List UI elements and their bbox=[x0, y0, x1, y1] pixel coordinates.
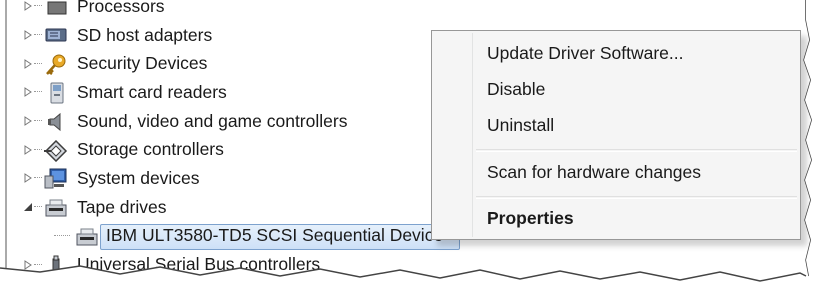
tree-connector bbox=[34, 120, 42, 122]
tree-connector bbox=[34, 263, 42, 266]
menu-item-scan-for-hardware-changes[interactable]: Scan for hardware changes bbox=[487, 162, 701, 183]
tree-item-label: SD host adapters bbox=[77, 24, 213, 45]
context-menu: Update Driver Software... Disable Uninst… bbox=[431, 30, 801, 240]
tree-connector bbox=[54, 234, 70, 237]
sd-adapter-icon bbox=[44, 25, 68, 45]
tape-drive-icon bbox=[75, 226, 99, 246]
expand-arrow-icon[interactable] bbox=[22, 86, 34, 98]
menu-item-uninstall[interactable]: Uninstall bbox=[487, 115, 554, 136]
menu-item-properties[interactable]: Properties bbox=[487, 208, 574, 229]
storage-controller-icon bbox=[44, 139, 68, 162]
collapse-arrow-icon[interactable] bbox=[22, 201, 34, 213]
key-icon bbox=[44, 54, 68, 75]
tree-item-label: Tape drives bbox=[77, 196, 167, 217]
menu-separator bbox=[476, 196, 797, 199]
expand-arrow-icon[interactable] bbox=[22, 115, 34, 127]
tree-item-sound-video-game-controllers[interactable]: Sound, video and game controllers bbox=[0, 107, 470, 136]
expand-arrow-icon[interactable] bbox=[22, 259, 34, 271]
computer-icon bbox=[44, 168, 68, 189]
tree-item-ibm-ult3580-td5[interactable]: IBM ULT3580-TD5 SCSI Sequential Device bbox=[0, 222, 470, 251]
tape-drive-icon bbox=[44, 197, 68, 217]
tree-item-label: Smart card readers bbox=[77, 81, 227, 102]
expand-arrow-icon[interactable] bbox=[22, 29, 34, 41]
menu-separator bbox=[476, 149, 797, 152]
tree-connector bbox=[34, 91, 42, 93]
menu-item-update-driver-software[interactable]: Update Driver Software... bbox=[487, 43, 683, 64]
device-tree: Processors SD host adapters Security Dev… bbox=[0, 0, 470, 279]
tree-connector bbox=[34, 148, 42, 151]
tree-item-processors[interactable]: Processors bbox=[0, 0, 470, 21]
device-manager-screenshot: Processors SD host adapters Security Dev… bbox=[0, 0, 816, 285]
tree-item-label: Security Devices bbox=[77, 53, 208, 74]
tree-item-system-devices[interactable]: System devices bbox=[0, 164, 470, 193]
tree-item-label: IBM ULT3580-TD5 SCSI Sequential Device bbox=[106, 225, 444, 246]
tree-item-storage-controllers[interactable]: Storage controllers bbox=[0, 135, 470, 164]
tree-item-usb-controllers[interactable]: Universal Serial Bus controllers bbox=[0, 250, 470, 279]
tree-connector bbox=[34, 206, 42, 208]
tree-item-security-devices[interactable]: Security Devices bbox=[0, 49, 470, 78]
tree-item-label: System devices bbox=[77, 167, 200, 188]
tree-connector bbox=[34, 177, 42, 179]
menu-gutter bbox=[472, 33, 474, 237]
tree-item-tape-drives[interactable]: Tape drives bbox=[0, 193, 470, 222]
tree-item-label: Universal Serial Bus controllers bbox=[77, 254, 321, 275]
tree-item-label: Storage controllers bbox=[77, 139, 224, 160]
expand-arrow-icon[interactable] bbox=[22, 58, 34, 70]
tree-item-smart-card-readers[interactable]: Smart card readers bbox=[0, 78, 470, 107]
tree-item-label: Processors bbox=[77, 0, 165, 16]
expand-arrow-icon[interactable] bbox=[22, 0, 34, 12]
tree-item-label: Sound, video and game controllers bbox=[77, 110, 348, 131]
tree-connector bbox=[34, 34, 42, 36]
usb-icon bbox=[44, 255, 68, 276]
menu-item-disable[interactable]: Disable bbox=[487, 79, 545, 100]
processor-icon bbox=[44, 0, 68, 16]
expand-arrow-icon[interactable] bbox=[22, 144, 34, 156]
tree-connector bbox=[34, 62, 42, 65]
smart-card-reader-icon bbox=[44, 82, 68, 104]
tree-connector bbox=[34, 5, 42, 7]
tree-item-sd-host-adapters[interactable]: SD host adapters bbox=[0, 21, 470, 50]
expand-arrow-icon[interactable] bbox=[22, 172, 34, 184]
speaker-icon bbox=[44, 111, 68, 132]
